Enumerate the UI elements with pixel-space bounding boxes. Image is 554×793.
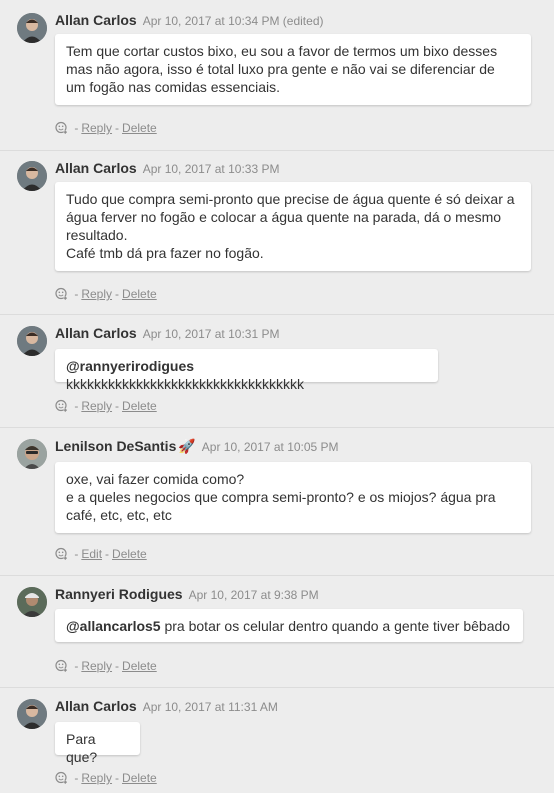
comment-bubble: oxe, vai fazer comida como? e a queles n…: [55, 462, 531, 533]
comment-text-line: e a queles negocios que compra semi-pron…: [66, 489, 496, 505]
comment-timestamp[interactable]: Apr 10, 2017 at 10:05 PM: [202, 440, 339, 454]
comment-item: Allan Carlos Apr 10, 2017 at 10:34 PM (ed…: [0, 0, 554, 151]
add-reaction-icon[interactable]: [55, 399, 68, 415]
rocket-emoji-icon: 🚀: [178, 438, 196, 454]
comment-bubble: @allancarlos5 pra botar os celular dentr…: [55, 609, 523, 642]
comment-text-line: oxe, vai fazer comida como?: [66, 471, 245, 487]
comment-timestamp[interactable]: Apr 10, 2017 at 11:31 AM: [143, 700, 278, 714]
author-name[interactable]: Allan Carlos: [55, 325, 137, 341]
edit-link[interactable]: Edit: [81, 547, 102, 561]
comment-text-line: Café tmb dá pra fazer no fogão.: [66, 245, 264, 261]
comment-text-line: café, etc, etc, etc: [66, 507, 172, 523]
comment-actions: - Reply - Delete: [55, 287, 157, 303]
comment-item: Allan Carlos Apr 10, 2017 at 10:31 PM @ra…: [0, 314, 554, 428]
avatar[interactable]: [17, 326, 47, 356]
add-reaction-icon[interactable]: [55, 121, 68, 137]
comment-actions: - Edit - Delete: [55, 547, 147, 563]
delete-link[interactable]: Delete: [122, 287, 157, 301]
comment-text-line: resultado.: [66, 227, 128, 243]
reply-link[interactable]: Reply: [81, 771, 112, 785]
add-reaction-icon[interactable]: [55, 547, 68, 563]
author-name[interactable]: Allan Carlos: [55, 160, 137, 176]
author-name[interactable]: Rannyeri Rodigues: [55, 586, 183, 602]
add-reaction-icon[interactable]: [55, 287, 68, 303]
author-name[interactable]: Lenilson DeSantis: [55, 438, 176, 454]
comment-bubble: @rannyerirodigues kkkkkkkkkkkkkkkkkkkkkk…: [55, 349, 438, 392]
add-reaction-icon[interactable]: [55, 659, 68, 675]
comment-item: Allan Carlos Apr 10, 2017 at 10:33 PM Tud…: [0, 150, 554, 315]
comment-feed: Allan Carlos Apr 10, 2017 at 10:34 PM (ed…: [0, 0, 554, 793]
comment-timestamp[interactable]: Apr 10, 2017 at 10:33 PM: [143, 162, 280, 176]
comment-item: Rannyeri Rodigues Apr 10, 2017 at 9:38 PM…: [0, 575, 554, 688]
add-reaction-icon[interactable]: [55, 771, 68, 787]
user-mention[interactable]: @allancarlos5: [66, 618, 161, 634]
comment-text-line: Tem que cortar custos bixo, eu sou a fav…: [66, 43, 498, 59]
comment-timestamp[interactable]: Apr 10, 2017 at 9:38 PM: [189, 588, 319, 602]
author-name[interactable]: Allan Carlos: [55, 12, 137, 28]
comment-item: Allan Carlos Apr 10, 2017 at 11:31 AM Par…: [0, 687, 554, 793]
comment-text-line: um fogão nas comidas essenciais.: [66, 79, 280, 95]
reply-link[interactable]: Reply: [81, 659, 112, 673]
comment-text: kkkkkkkkkkkkkkkkkkkkkkkkkkkkkkkkkk: [66, 376, 304, 392]
comment-actions: - Reply - Delete: [55, 659, 157, 675]
author-name[interactable]: Allan Carlos: [55, 698, 137, 714]
avatar[interactable]: [17, 13, 47, 43]
reply-link[interactable]: Reply: [81, 287, 112, 301]
reply-link[interactable]: Reply: [81, 399, 112, 413]
comment-actions: - Reply - Delete: [55, 121, 157, 137]
avatar[interactable]: [17, 161, 47, 191]
comment-text: pra botar os celular dentro quando a gen…: [164, 618, 511, 634]
delete-link[interactable]: Delete: [122, 121, 157, 135]
comment-bubble: Tem que cortar custos bixo, eu sou a fav…: [55, 34, 531, 105]
avatar[interactable]: [17, 587, 47, 617]
comment-text-line: @rannyerirodigues kkkkkkkkkkkkkkkkkkkkkk…: [66, 357, 427, 393]
user-mention[interactable]: @rannyerirodigues: [66, 358, 194, 374]
delete-link[interactable]: Delete: [122, 659, 157, 673]
comment-timestamp[interactable]: Apr 10, 2017 at 10:31 PM: [143, 327, 280, 341]
comment-actions: - Reply - Delete: [55, 771, 157, 787]
avatar[interactable]: [17, 699, 47, 729]
comment-bubble: Tudo que compra semi-pronto que precise …: [55, 182, 531, 271]
delete-link[interactable]: Delete: [112, 547, 147, 561]
avatar[interactable]: [17, 439, 47, 469]
comment-text-line: @allancarlos5 pra botar os celular dentr…: [66, 617, 512, 635]
comment-text-line: Tudo que compra semi-pronto que precise …: [66, 191, 515, 207]
comment-text-line: mas não agora, isso é total luxo pra gen…: [66, 61, 495, 77]
comment-item: Lenilson DeSantis 🚀 Apr 10, 2017 at 10:05 …: [0, 427, 554, 576]
comment-text-line: Para que?: [66, 731, 98, 765]
delete-link[interactable]: Delete: [122, 399, 157, 413]
comment-bubble: Para que?: [55, 722, 140, 765]
reply-link[interactable]: Reply: [81, 121, 112, 135]
comment-timestamp[interactable]: Apr 10, 2017 at 10:34 PM (edited): [143, 14, 324, 28]
delete-link[interactable]: Delete: [122, 771, 157, 785]
comment-text-line: água ferver no fogão e colocar a água qu…: [66, 209, 502, 225]
comment-actions: - Reply - Delete: [55, 399, 157, 415]
